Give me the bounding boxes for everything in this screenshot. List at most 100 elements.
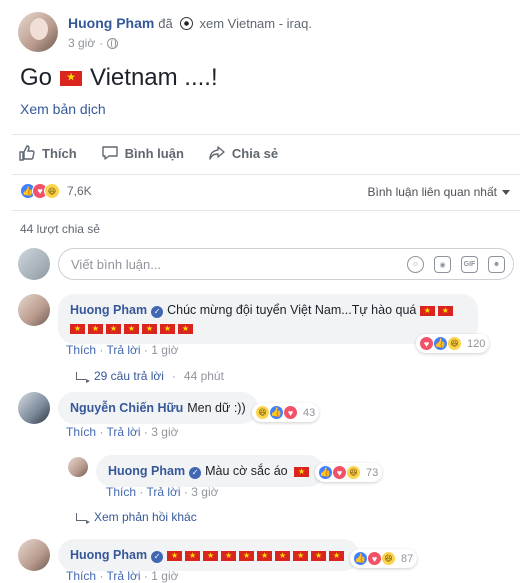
camera-icon[interactable]: ◉ xyxy=(434,256,451,273)
comment-actions: Thích · Trả lời · 1 giờ xyxy=(66,569,179,583)
commenter-avatar[interactable] xyxy=(18,539,50,571)
commenter-avatar[interactable] xyxy=(18,294,50,326)
facebook-post: Huong Pham đã xem Vietnam - iraq. 3 giờ … xyxy=(0,0,532,583)
vietnam-flag-icon xyxy=(60,70,83,86)
commenter-name[interactable]: Huong Pham xyxy=(108,464,185,478)
divider xyxy=(12,134,520,135)
comment-sort-dropdown[interactable]: Bình luận liên quan nhất xyxy=(368,185,510,199)
vietnam-flag-icon xyxy=(70,323,85,334)
post-status: Go Vietnam ....! xyxy=(20,64,218,92)
vietnam-flag-icon xyxy=(185,550,201,561)
share-label: Chia sẻ xyxy=(231,145,279,161)
comment-time[interactable]: 3 giờ xyxy=(191,485,218,499)
reaction-count: 7,6K xyxy=(67,184,92,198)
comment-reaction-count: 43 xyxy=(303,406,316,419)
view-replies-link[interactable]: 29 câu trả lời · 44 phút xyxy=(76,369,224,383)
comment-reaction-count: 87 xyxy=(401,552,414,565)
comment-reactions[interactable]: 👍 ♥ 😆 73 xyxy=(315,463,383,482)
vietnam-flag-icon xyxy=(88,323,103,334)
comment-text: Màu cờ sắc áo xyxy=(205,464,288,478)
comment-reply-button[interactable]: Trả lời xyxy=(106,569,140,583)
comment-reply-button[interactable]: Trả lời xyxy=(146,485,180,499)
reply-arrow-icon xyxy=(76,513,90,524)
divider xyxy=(12,174,520,175)
post-actions: Thích Bình luận Chia sẻ xyxy=(18,144,302,162)
comment-composer: Viết bình luận... ☺ ◉ GIF ☻ xyxy=(18,248,514,280)
commenter-avatar[interactable] xyxy=(18,392,50,424)
vietnam-flag-icon xyxy=(329,550,345,561)
comment-text: Men dữ :)) xyxy=(187,401,246,415)
more-replies-link[interactable]: Xem phản hồi khác xyxy=(76,510,197,524)
reaction-summary[interactable]: 👍 ♥ 😆 7,6K xyxy=(20,183,92,199)
comment-reactions[interactable]: 😆 👍 ♥ 43 xyxy=(252,403,320,422)
love-reaction-icon: ♥ xyxy=(283,405,298,420)
author-line: Huong Pham đã xem Vietnam - iraq. xyxy=(68,15,312,31)
vietnam-flag-icon xyxy=(294,466,310,477)
commenter-name[interactable]: Huong Pham xyxy=(70,548,147,562)
vietnam-flag-icon xyxy=(419,305,435,316)
viewer-avatar xyxy=(18,248,50,280)
post-time[interactable]: 3 giờ xyxy=(68,36,95,50)
love-reaction-icon: ♥ xyxy=(419,336,434,351)
commenter-avatar[interactable] xyxy=(68,457,88,477)
comment-like-button[interactable]: Thích xyxy=(106,485,136,499)
vietnam-flag-icon xyxy=(293,550,309,561)
comment-label: Bình luận xyxy=(124,145,184,161)
commenter-name[interactable]: Nguyễn Chiến Hữu xyxy=(70,401,183,415)
comment-reply-button[interactable]: Trả lời xyxy=(106,343,140,357)
comment: Huong Pham ✓ Chúc mừng đội tuyển Việt Nam.… xyxy=(18,294,478,344)
haha-reaction-icon: 😆 xyxy=(447,336,462,351)
reply-comment: Huong Pham ✓ Màu cờ sắc áo xyxy=(68,455,325,487)
comment-time[interactable]: 3 giờ xyxy=(151,425,178,439)
comment-time[interactable]: 1 giờ xyxy=(151,569,178,583)
composer-tools: ☺ ◉ GIF ☻ xyxy=(407,256,505,273)
comment-like-button[interactable]: Thích xyxy=(66,569,96,583)
activity-text: xem Vietnam - iraq. xyxy=(199,16,312,31)
emoji-icon[interactable]: ☺ xyxy=(407,256,424,273)
comment-like-button[interactable]: Thích xyxy=(66,425,96,439)
comment-reply-button[interactable]: Trả lời xyxy=(106,425,140,439)
haha-reaction-icon: 😆 xyxy=(346,465,361,480)
comment-input[interactable]: Viết bình luận... ☺ ◉ GIF ☻ xyxy=(58,248,514,280)
translate-link[interactable]: Xem bản dịch xyxy=(20,101,106,117)
comment-bubble: Huong Pham ✓ Màu cờ sắc áo xyxy=(96,455,325,487)
vietnam-flag-icon xyxy=(311,550,327,561)
comment: Huong Pham ✓ xyxy=(18,539,360,571)
like-button[interactable]: Thích xyxy=(18,144,77,162)
comment-bubble: Huong Pham ✓ xyxy=(58,539,360,571)
vietnam-flag-icon xyxy=(160,323,175,334)
vietnam-flag-icon xyxy=(203,550,219,561)
share-button[interactable]: Chia sẻ xyxy=(208,144,278,162)
reply-arrow-icon xyxy=(76,372,90,383)
sticker-icon[interactable]: ☻ xyxy=(488,256,505,273)
author-name[interactable]: Huong Pham xyxy=(68,15,154,31)
comment-bubble: Huong Pham ✓ Chúc mừng đội tuyển Việt Nam.… xyxy=(58,294,478,344)
status-prefix: Go xyxy=(20,64,53,91)
comment-actions: Thích · Trả lời · 3 giờ xyxy=(66,425,179,439)
share-count[interactable]: 44 lượt chia sẻ xyxy=(20,222,100,236)
comment-button[interactable]: Bình luận xyxy=(101,144,184,162)
comment-reactions[interactable]: 👍 ♥ 😆 87 xyxy=(350,549,418,568)
vietnam-flag-icon xyxy=(106,323,121,334)
replies-count: 29 câu trả lời xyxy=(94,369,164,383)
comment-reaction-count: 120 xyxy=(467,337,486,350)
like-reaction-icon: 👍 xyxy=(318,465,333,480)
gif-icon[interactable]: GIF xyxy=(461,256,478,273)
verified-badge-icon: ✓ xyxy=(151,306,164,318)
comment-time[interactable]: 1 giờ xyxy=(151,343,178,357)
reaction-icons: 👍 ♥ 😆 xyxy=(20,183,60,199)
comment-actions: Thích · Trả lời · 3 giờ xyxy=(106,485,219,499)
status-suffix: Vietnam ....! xyxy=(90,64,218,91)
author-avatar[interactable] xyxy=(18,12,58,52)
like-reaction-icon: 👍 xyxy=(269,405,284,420)
comment-text: Chúc mừng đội tuyển Việt Nam...Tự hào qu… xyxy=(167,303,417,317)
comment-reactions[interactable]: ♥ 👍 😆 120 xyxy=(416,334,490,353)
love-reaction-icon: ♥ xyxy=(367,551,382,566)
like-reaction-icon: 👍 xyxy=(433,336,448,351)
replies-time: 44 phút xyxy=(183,369,224,383)
comment-like-button[interactable]: Thích xyxy=(66,343,96,357)
thumbs-up-icon xyxy=(19,145,35,161)
commenter-name[interactable]: Huong Pham xyxy=(70,303,147,317)
globe-icon xyxy=(107,37,119,49)
vietnam-flag-icon xyxy=(167,550,183,561)
